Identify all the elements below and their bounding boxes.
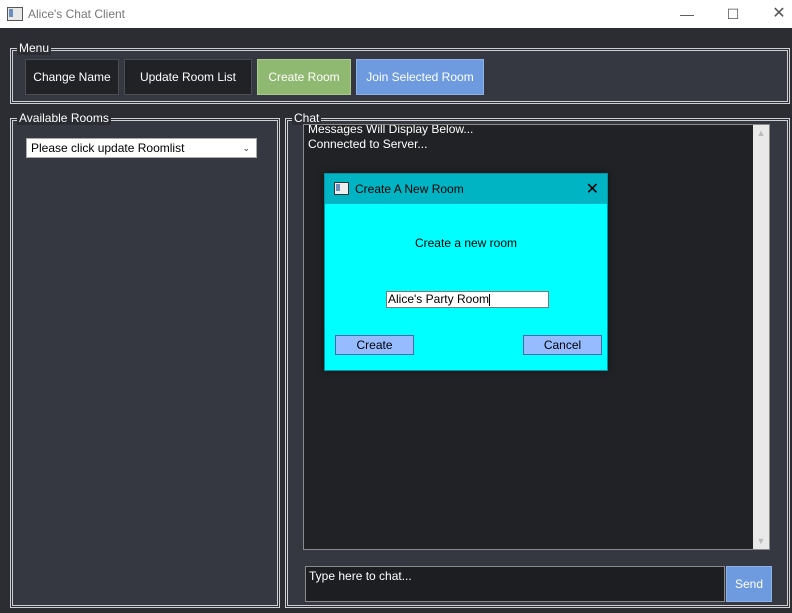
scroll-down-icon[interactable]: ▼ (753, 536, 769, 546)
chat-scrollbar[interactable]: ▲ ▼ (753, 125, 769, 549)
rooms-group: Available Rooms (10, 111, 280, 608)
minimize-button[interactable]: — (664, 0, 710, 28)
dialog-title: Create A New Room (355, 182, 464, 196)
window-titlebar: Alice's Chat Client — ☐ ✕ (0, 0, 792, 28)
create-room-button[interactable]: Create Room (257, 59, 351, 95)
app-icon (7, 7, 23, 21)
menu-legend: Menu (17, 41, 52, 55)
dialog-prompt: Create a new room (414, 236, 518, 250)
window-title: Alice's Chat Client (28, 7, 125, 21)
scroll-up-icon[interactable]: ▲ (753, 128, 769, 138)
chevron-down-icon: ⌄ (242, 143, 250, 153)
dialog-cancel-button[interactable]: Cancel (523, 335, 602, 355)
room-select-value: Please click update Roomlist (31, 141, 185, 155)
room-select[interactable]: Please click update Roomlist ⌄ (26, 138, 257, 158)
room-name-value: Alice's Party Room (388, 292, 489, 306)
close-button[interactable]: ✕ (756, 0, 792, 28)
chat-message: Connected to Server... (308, 137, 428, 151)
room-name-input[interactable]: Alice's Party Room (386, 291, 549, 308)
dialog-create-button[interactable]: Create (335, 335, 414, 355)
dialog-titlebar: Create A New Room ✕ (325, 174, 607, 204)
change-name-button[interactable]: Change Name (25, 59, 119, 95)
chat-message: Messages Will Display Below... (308, 124, 474, 136)
text-caret (489, 293, 490, 306)
dialog-app-icon (334, 182, 349, 195)
send-button[interactable]: Send (726, 566, 772, 602)
maximize-button[interactable]: ☐ (710, 0, 756, 28)
join-selected-room-button[interactable]: Join Selected Room (356, 59, 484, 95)
create-room-dialog: Create A New Room ✕ Create a new room Al… (324, 173, 608, 371)
dialog-close-icon[interactable]: ✕ (586, 179, 599, 199)
rooms-legend: Available Rooms (17, 111, 111, 125)
chat-legend: Chat (292, 111, 322, 125)
chat-input[interactable]: Type here to chat... (305, 566, 725, 602)
update-room-list-button[interactable]: Update Room List (124, 59, 252, 95)
